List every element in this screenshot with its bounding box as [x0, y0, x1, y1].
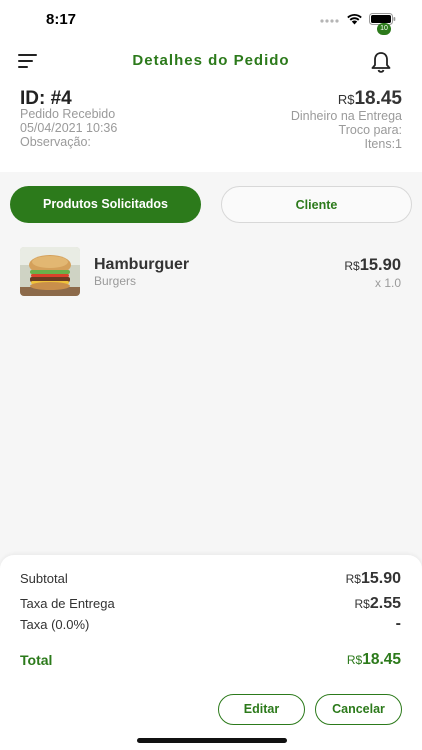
total-label: Total [20, 652, 53, 668]
subtotal-currency: R$ [345, 572, 361, 586]
product-name: Hamburguer [94, 256, 190, 273]
cellular-signal-icon [320, 19, 339, 23]
subtotal-amount: 15.90 [360, 570, 401, 587]
bell-icon[interactable] [368, 50, 394, 76]
app-header: Detalhes do Pedido [0, 40, 422, 82]
total-value: R$18.45 [347, 651, 401, 669]
tax-value: - [395, 615, 401, 632]
order-observation-label: Observação: [20, 135, 91, 149]
edit-button[interactable]: Editar [218, 694, 305, 725]
tab-client[interactable]: Cliente [221, 186, 412, 223]
tab-products[interactable]: Produtos Solicitados [10, 186, 201, 223]
order-total-price: R$18.45 [338, 88, 402, 110]
items-count: Itens:1 [364, 137, 402, 151]
wifi-icon [347, 13, 362, 25]
status-time: 8:17 [46, 11, 77, 28]
list-item[interactable]: Hamburguer Burgers R$15.90 x 1.0 [0, 240, 422, 304]
cancel-button[interactable]: Cancelar [315, 694, 402, 725]
order-status: Pedido Recebido [20, 107, 116, 121]
payment-method: Dinheiro na Entrega [290, 109, 402, 123]
tax-label: Taxa (0.0%) [20, 617, 90, 632]
status-bar: 8:17 [0, 0, 422, 40]
home-indicator [137, 738, 287, 743]
notification-badge: 10 [377, 23, 391, 35]
delivery-fee-currency: R$ [354, 597, 370, 611]
subtotal-value: R$15.90 [346, 570, 401, 588]
change-label: Troco para: [338, 123, 402, 137]
product-price-value: 15.90 [359, 256, 401, 274]
delivery-fee-value: R$2.55 [355, 595, 401, 613]
product-currency: R$ [344, 259, 360, 273]
order-summary: Subtotal R$15.90 Taxa de Entrega R$2.55 … [0, 555, 422, 750]
order-currency: R$ [337, 92, 355, 107]
order-total-value: 18.45 [354, 88, 402, 109]
delivery-fee-amount: 2.55 [369, 595, 401, 612]
total-amount: 18.45 [362, 651, 401, 668]
order-info-card: ID: #4 Pedido Recebido 05/04/2021 10:36 … [0, 82, 422, 172]
total-currency: R$ [346, 653, 363, 667]
order-datetime: 05/04/2021 10:36 [20, 121, 118, 135]
product-category: Burgers [94, 274, 137, 288]
delivery-fee-label: Taxa de Entrega [20, 596, 115, 611]
product-price: R$15.90 [344, 256, 401, 275]
page-title: Detalhes do Pedido [132, 52, 290, 69]
subtotal-label: Subtotal [20, 571, 68, 586]
product-quantity: x 1.0 [374, 276, 401, 290]
product-image [20, 247, 80, 296]
